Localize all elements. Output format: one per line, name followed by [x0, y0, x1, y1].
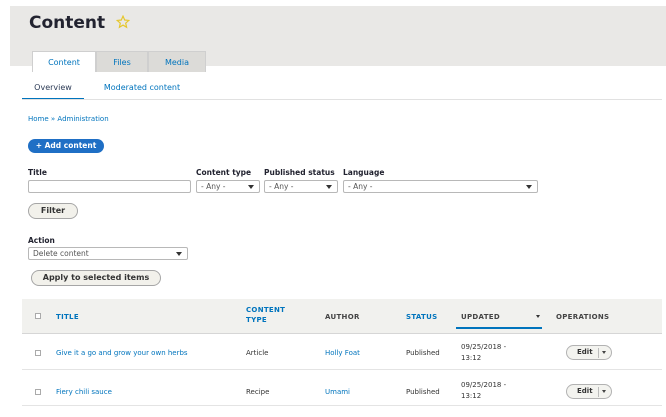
action-select[interactable]: Delete content: [28, 247, 188, 260]
sort-descending-icon[interactable]: [536, 315, 540, 318]
language-value: - Any -: [348, 182, 373, 191]
edit-button[interactable]: Edit: [577, 387, 593, 395]
chevron-down-icon: [526, 185, 532, 189]
chevron-down-icon[interactable]: [602, 390, 606, 393]
row-updated-date: 09/25/2018 -: [461, 381, 507, 389]
header-content-type-line1[interactable]: CONTENT: [246, 306, 285, 314]
published-status-value: - Any -: [269, 182, 294, 191]
chevron-down-icon: [248, 185, 254, 189]
dropbutton-divider: [598, 387, 599, 397]
row-updated-date: 09/25/2018 -: [461, 343, 507, 351]
select-all-checkbox[interactable]: [35, 313, 41, 319]
tab-overview[interactable]: Overview: [22, 78, 84, 100]
edit-dropbutton[interactable]: Edit: [566, 384, 612, 399]
published-status-label: Published status: [264, 168, 335, 177]
page-header: Content Content Files Media: [10, 6, 666, 72]
header-updated[interactable]: UPDATED: [461, 313, 500, 321]
row-title-link[interactable]: Give it a go and grow your own herbs: [56, 349, 188, 357]
header-content-type-line2[interactable]: TYPE: [246, 316, 267, 324]
row-checkbox[interactable]: [35, 389, 41, 395]
row-status: Published: [406, 388, 440, 396]
title-filter-label: Title: [28, 168, 47, 177]
row-updated-time: 13:12: [461, 392, 482, 400]
tab-media[interactable]: Media: [148, 51, 206, 72]
star-icon[interactable]: [116, 15, 131, 29]
content-type-select[interactable]: - Any -: [196, 180, 260, 193]
filter-button[interactable]: Filter: [28, 203, 78, 219]
page-title: Content: [29, 13, 106, 33]
add-content-button[interactable]: + Add content: [28, 139, 104, 153]
row-author-link[interactable]: Umami: [325, 388, 350, 396]
row-content-type: Article: [246, 349, 269, 357]
header-title[interactable]: TITLE: [56, 313, 79, 321]
tab-content[interactable]: Content: [32, 51, 96, 72]
tab-moderated-content[interactable]: Moderated content: [92, 78, 192, 100]
row-checkbox[interactable]: [35, 350, 41, 356]
active-sort-indicator: [456, 327, 542, 329]
content-type-label: Content type: [196, 168, 252, 177]
row-status: Published: [406, 349, 440, 357]
chevron-down-icon: [326, 185, 332, 189]
chevron-down-icon: [176, 252, 182, 256]
action-label: Action: [28, 236, 55, 245]
page-title-wrap: Content: [29, 13, 131, 33]
edit-button[interactable]: Edit: [577, 348, 593, 356]
tabs-divider: [22, 99, 662, 100]
title-filter-input[interactable]: [28, 180, 191, 193]
header-author: AUTHOR: [325, 313, 360, 321]
dropbutton-divider: [598, 348, 599, 358]
row-title-link[interactable]: Fiery chili sauce: [56, 388, 112, 396]
header-status[interactable]: STATUS: [406, 313, 437, 321]
tab-files[interactable]: Files: [96, 51, 148, 72]
apply-to-selected-button[interactable]: Apply to selected items: [31, 270, 161, 286]
edit-dropbutton[interactable]: Edit: [566, 345, 612, 360]
row-author-link[interactable]: Holly Foat: [325, 349, 360, 357]
published-status-select[interactable]: - Any -: [264, 180, 338, 193]
language-select[interactable]: - Any -: [343, 180, 538, 193]
row-updated-time: 13:12: [461, 354, 482, 362]
header-operations: OPERATIONS: [556, 313, 610, 321]
row-content-type: Recipe: [246, 388, 270, 396]
breadcrumb[interactable]: Home » Administration: [28, 115, 109, 123]
language-label: Language: [343, 168, 385, 177]
chevron-down-icon[interactable]: [602, 351, 606, 354]
content-type-value: - Any -: [201, 182, 226, 191]
action-value: Delete content: [33, 249, 89, 258]
